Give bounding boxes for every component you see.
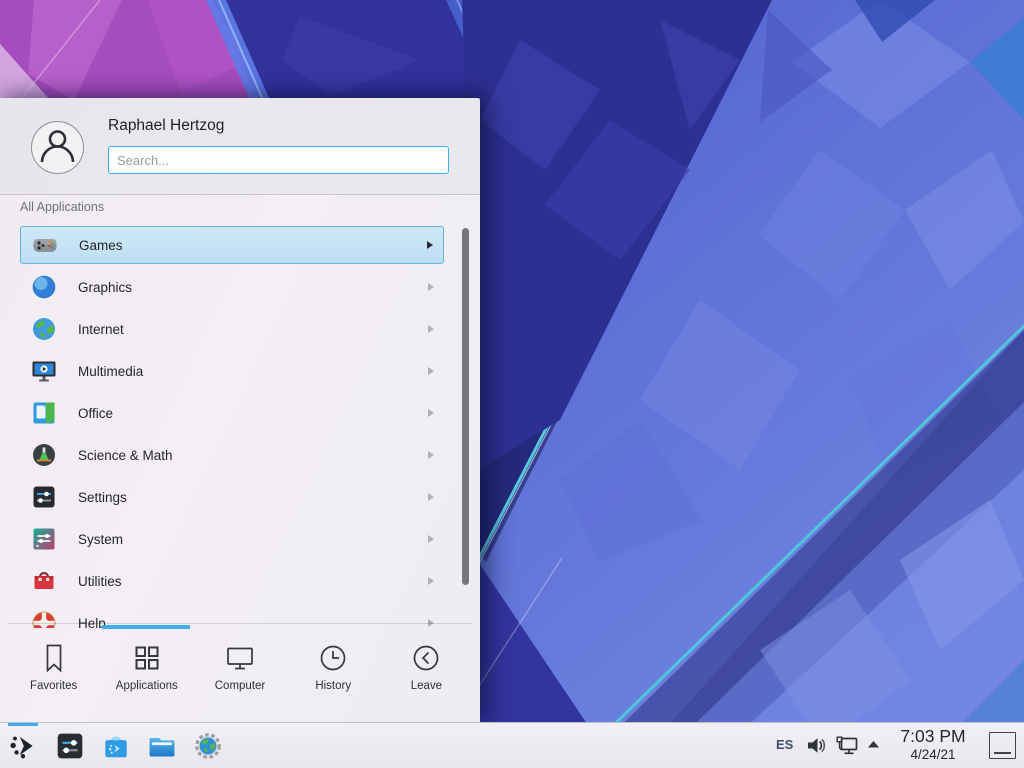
section-label: All Applications: [20, 200, 104, 214]
launcher-tabbar: Favorites Applications Computer: [7, 630, 473, 722]
user-icon: [32, 122, 83, 173]
submenu-arrow-icon: [428, 325, 434, 333]
tab-label: Computer: [215, 680, 266, 692]
tab-history[interactable]: History: [287, 630, 380, 722]
discover-icon: [101, 731, 131, 761]
web-browser-button[interactable]: [193, 731, 223, 761]
tab-computer[interactable]: Computer: [193, 630, 286, 722]
system-settings-button[interactable]: [55, 731, 85, 761]
app-category-utilities[interactable]: Utilities: [20, 562, 444, 600]
keyboard-layout-indicator[interactable]: ES: [776, 737, 793, 752]
network-icon[interactable]: [836, 736, 859, 756]
app-category-games[interactable]: Games: [20, 226, 444, 264]
globe-icon: [31, 316, 57, 342]
active-tab-indicator: [102, 625, 190, 629]
show-desktop-button[interactable]: [989, 732, 1016, 759]
submenu-arrow-icon: [428, 409, 434, 417]
app-category-system[interactable]: System: [20, 520, 444, 558]
discover-button[interactable]: [101, 731, 131, 761]
flask-icon: [31, 442, 57, 468]
dolphin-button[interactable]: [147, 731, 177, 761]
volume-icon[interactable]: [806, 736, 826, 755]
tab-label: Favorites: [30, 680, 77, 692]
toolbox-icon: [31, 568, 57, 594]
folder-icon: [147, 731, 177, 761]
app-category-internet[interactable]: Internet: [20, 310, 444, 348]
category-label: Internet: [78, 322, 124, 337]
clock-icon: [318, 643, 348, 673]
category-label: Utilities: [78, 574, 122, 589]
document-icon: [31, 400, 57, 426]
app-category-list: Games Graphics Internet: [0, 222, 480, 628]
system-sliders-icon: [31, 526, 57, 552]
kde-launcher-icon: [8, 731, 38, 761]
search-input[interactable]: [108, 146, 449, 174]
lifebuoy-icon: [31, 610, 57, 628]
system-settings-icon: [55, 731, 85, 761]
submenu-arrow-icon: [427, 241, 433, 249]
computer-icon: [225, 643, 255, 673]
tabbar-separator: [8, 623, 472, 624]
submenu-arrow-icon: [428, 367, 434, 375]
submenu-arrow-icon: [428, 493, 434, 501]
application-launcher-button[interactable]: [8, 731, 38, 761]
app-category-multimedia[interactable]: Multimedia: [20, 352, 444, 390]
expand-tray-arrow-icon[interactable]: [866, 739, 881, 749]
gamepad-icon: [32, 232, 58, 258]
category-label: Office: [78, 406, 113, 421]
monitor-play-icon: [31, 358, 57, 384]
category-label: Graphics: [78, 280, 132, 295]
active-task-indicator: [8, 723, 38, 726]
clock-date: 4/24/21: [886, 747, 980, 763]
category-label: Multimedia: [78, 364, 143, 379]
bookmark-icon: [40, 643, 68, 673]
digital-clock[interactable]: 7:03 PM 4/24/21: [886, 726, 980, 763]
submenu-arrow-icon: [428, 283, 434, 291]
app-category-help[interactable]: Help: [20, 604, 444, 628]
app-category-graphics[interactable]: Graphics: [20, 268, 444, 306]
submenu-arrow-icon: [428, 451, 434, 459]
user-avatar: [31, 121, 84, 174]
launcher-header: Raphael Hertzog: [0, 98, 480, 195]
sphere-icon: [31, 274, 57, 300]
sliders-icon: [31, 484, 57, 510]
application-launcher-popup: Raphael Hertzog All Applications Games G: [0, 98, 480, 722]
app-category-office[interactable]: Office: [20, 394, 444, 432]
category-label: Science & Math: [78, 448, 173, 463]
app-category-science-math[interactable]: Science & Math: [20, 436, 444, 474]
app-category-settings[interactable]: Settings: [20, 478, 444, 516]
submenu-arrow-icon: [428, 535, 434, 543]
tab-label: History: [315, 680, 351, 692]
tab-label: Applications: [116, 680, 178, 692]
tab-label: Leave: [411, 680, 442, 692]
leave-icon: [411, 643, 441, 673]
grid-icon: [133, 643, 161, 673]
tab-favorites[interactable]: Favorites: [7, 630, 100, 722]
user-name: Raphael Hertzog: [108, 117, 224, 135]
category-label: System: [78, 532, 123, 547]
submenu-arrow-icon: [428, 577, 434, 585]
web-browser-globe-icon: [193, 731, 223, 761]
clock-time: 7:03 PM: [886, 726, 980, 747]
category-label: Games: [79, 238, 123, 253]
category-label: Settings: [78, 490, 127, 505]
tab-applications[interactable]: Applications: [100, 630, 193, 722]
taskbar-panel: ES 7:03 PM 4/24/21: [0, 722, 1024, 768]
app-list-scrollbar[interactable]: [462, 228, 469, 585]
tab-leave[interactable]: Leave: [380, 630, 473, 722]
